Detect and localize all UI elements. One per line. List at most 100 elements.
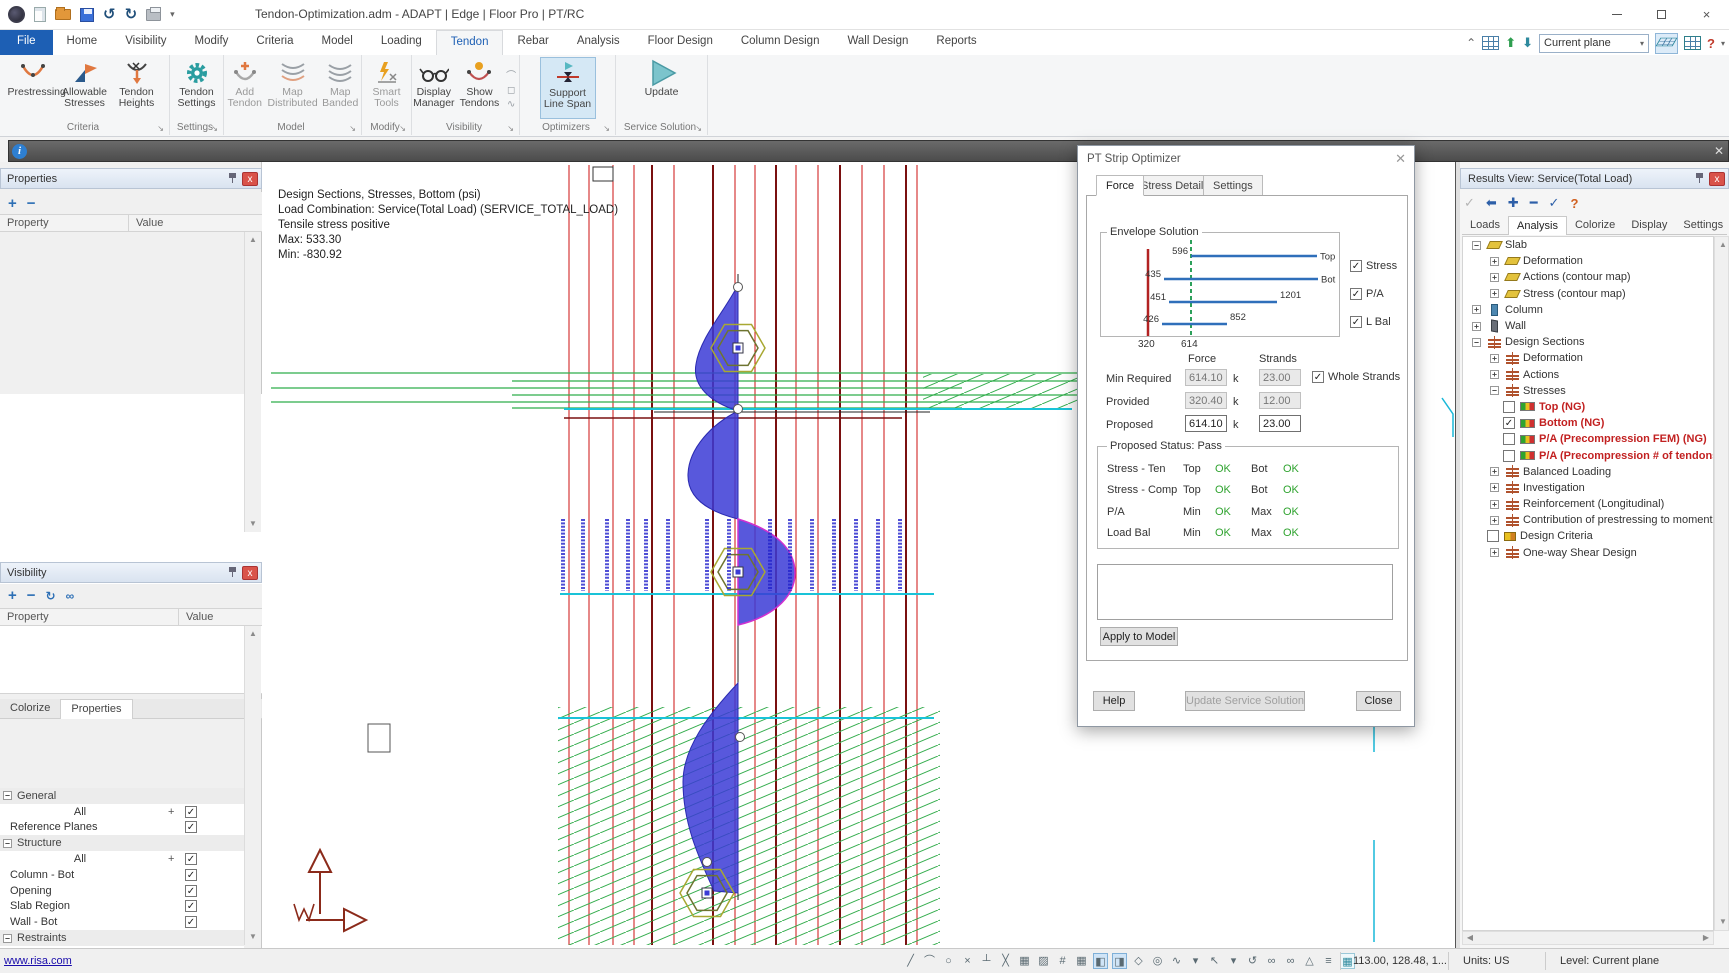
min-required-force-field[interactable]: [1185, 369, 1227, 386]
expand-plus-icon[interactable]: +: [168, 806, 174, 818]
expander-icon[interactable]: −: [1472, 338, 1481, 347]
add-tendon-button[interactable]: Add Tendon: [224, 57, 266, 119]
visibility-checkbox[interactable]: [185, 916, 197, 928]
message-bar-close-icon[interactable]: ✕: [1714, 144, 1724, 158]
spline-menu-icon[interactable]: ▾: [1188, 953, 1203, 969]
support-line-span-button[interactable]: Support Line Span: [540, 57, 596, 119]
visibility-checkbox[interactable]: [185, 853, 197, 865]
hatch-icon[interactable]: ▨: [1036, 953, 1051, 969]
result-checkbox[interactable]: [1503, 417, 1515, 429]
tree-item[interactable]: Design Criteria: [1463, 528, 1713, 544]
visibility-item[interactable]: Wall - Bot: [0, 914, 244, 930]
structure-3d-icon[interactable]: [1482, 36, 1499, 50]
collapse-icon[interactable]: −: [3, 934, 12, 943]
mini-tool-icon[interactable]: ∿: [503, 99, 519, 110]
expander-icon[interactable]: −: [1472, 241, 1481, 250]
scroll-down-icon[interactable]: ▼: [245, 516, 261, 532]
layers-icon[interactable]: ≡: [1321, 953, 1336, 969]
display-manager-button[interactable]: Display Manager: [412, 57, 456, 119]
remove-icon[interactable]: ━: [1530, 195, 1538, 211]
help-button[interactable]: Help: [1093, 691, 1135, 711]
back-arrow-icon[interactable]: ⬅: [1486, 195, 1497, 211]
expand-plus-icon[interactable]: +: [168, 853, 174, 865]
collapse-icon[interactable]: −: [3, 839, 12, 848]
ribbon-tab-floor-design[interactable]: Floor Design: [634, 30, 727, 55]
visibility-section[interactable]: −Structure: [0, 835, 244, 851]
cube-view-icon[interactable]: [1684, 36, 1701, 50]
apply-check-icon[interactable]: ✓: [1464, 195, 1475, 211]
results-hscrollbar[interactable]: ◀ ▶: [1462, 931, 1714, 945]
apply-to-model-button[interactable]: Apply to Model: [1100, 627, 1178, 646]
tree-item[interactable]: +Wall: [1463, 318, 1713, 334]
message-textarea[interactable]: [1097, 564, 1393, 620]
visibility-checkbox[interactable]: [185, 806, 197, 818]
visibility-checkbox[interactable]: [185, 821, 197, 833]
results-tab-display[interactable]: Display: [1623, 216, 1675, 235]
help-icon[interactable]: ?: [1707, 36, 1715, 51]
expander-icon[interactable]: +: [1490, 257, 1499, 266]
tree-item[interactable]: +Investigation: [1463, 480, 1713, 496]
results-tab-loads[interactable]: Loads: [1462, 216, 1508, 235]
expander-icon[interactable]: −: [1490, 386, 1499, 395]
update-button[interactable]: Update: [632, 57, 692, 119]
properties-scrollbar[interactable]: ▲ ▼: [244, 232, 261, 532]
provided-strands-field[interactable]: [1259, 392, 1301, 409]
expander-icon[interactable]: +: [1490, 483, 1499, 492]
dialog-title-bar[interactable]: PT Strip Optimizer ✕: [1078, 146, 1414, 172]
dialog-close-icon[interactable]: ✕: [1395, 151, 1406, 167]
option-checkbox-stress[interactable]: Stress: [1350, 260, 1397, 272]
tree-item[interactable]: +Column: [1463, 302, 1713, 318]
dialog-launcher-icon[interactable]: ↘: [507, 124, 514, 133]
plane-selector-combobox[interactable]: Current plane ▾: [1539, 34, 1649, 53]
minimize-button[interactable]: [1594, 0, 1639, 28]
result-checkbox[interactable]: [1503, 401, 1515, 413]
tab-colorize[interactable]: Colorize: [0, 699, 61, 719]
customize-toolbar-icon[interactable]: ▾: [170, 9, 175, 20]
save-icon[interactable]: [80, 8, 94, 22]
app-logo-icon[interactable]: [8, 6, 25, 23]
close-button[interactable]: ×: [1684, 0, 1729, 28]
ribbon-tab-model[interactable]: Model: [307, 30, 366, 55]
expander-icon[interactable]: +: [1490, 289, 1499, 298]
results-tab-settings[interactable]: Settings: [1675, 216, 1729, 235]
results-close-button[interactable]: x: [1709, 172, 1725, 186]
tree-item[interactable]: +Stress (contour map): [1463, 286, 1713, 302]
tree-item[interactable]: +Reinforcement (Longitudinal): [1463, 496, 1713, 512]
redo-icon[interactable]: ↻: [125, 7, 138, 22]
ribbon-tab-home[interactable]: Home: [53, 30, 112, 55]
dialog-launcher-icon[interactable]: ↘: [399, 124, 406, 133]
tab-force[interactable]: Force: [1096, 175, 1144, 196]
ribbon-tab-reports[interactable]: Reports: [922, 30, 990, 55]
expander-icon[interactable]: +: [1490, 354, 1499, 363]
new-document-icon[interactable]: [34, 7, 46, 22]
diamond-icon[interactable]: ◇: [1131, 953, 1146, 969]
expander-icon[interactable]: +: [1490, 516, 1499, 525]
zoom-icon[interactable]: ◎: [1150, 953, 1165, 969]
tendon-settings-button[interactable]: Tendon Settings: [172, 57, 222, 119]
ribbon-tab-modify[interactable]: Modify: [181, 30, 243, 55]
result-checkbox[interactable]: [1487, 530, 1499, 542]
expander-icon[interactable]: +: [1472, 305, 1481, 314]
pin-icon[interactable]: [229, 173, 237, 184]
ribbon-tab-criteria[interactable]: Criteria: [242, 30, 307, 55]
result-checkbox[interactable]: [1503, 433, 1515, 445]
visibility-item[interactable]: Reference Planes: [0, 820, 244, 836]
visibility-item[interactable]: Column - Bot: [0, 867, 244, 883]
plane-down-icon[interactable]: ⬇: [1522, 35, 1533, 51]
expander-icon[interactable]: +: [1490, 370, 1499, 379]
visibility-item[interactable]: Opening: [0, 883, 244, 899]
prestressing-button[interactable]: Prestressing: [8, 57, 58, 119]
dialog-launcher-icon[interactable]: ↘: [211, 124, 218, 133]
scroll-up-icon[interactable]: ▲: [245, 626, 261, 642]
trim-icon[interactable]: ┴: [979, 953, 994, 969]
ribbon-tab-rebar[interactable]: Rebar: [503, 30, 562, 55]
view-shaded-icon[interactable]: ◨: [1112, 953, 1127, 969]
add-icon[interactable]: ✚: [1508, 195, 1519, 211]
units-indicator[interactable]: Units: US: [1463, 955, 1509, 967]
tree-item[interactable]: +Balanced Loading: [1463, 464, 1713, 480]
tree-item[interactable]: +Deformation: [1463, 253, 1713, 269]
map-distributed-button[interactable]: Map Distributed: [268, 57, 318, 119]
pick-menu-icon[interactable]: ▾: [1226, 953, 1241, 969]
help-icon[interactable]: ?: [1570, 196, 1578, 211]
ribbon-tab-file[interactable]: File: [0, 30, 53, 55]
